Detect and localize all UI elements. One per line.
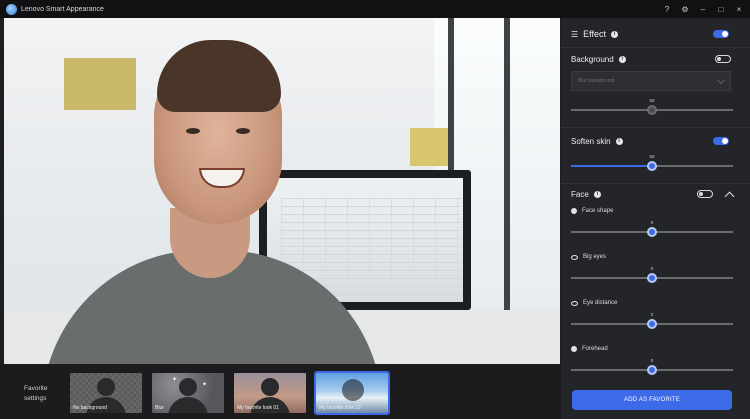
- favorite-settings-label: Favorite settings: [24, 385, 48, 402]
- effect-toggle[interactable]: [713, 30, 729, 38]
- soften-skin-title-row: Soften skin i: [571, 137, 623, 146]
- window-mullion: [504, 18, 510, 318]
- soften-skin-slider-value: 50: [649, 154, 655, 159]
- big-eyes-slider[interactable]: 0: [571, 266, 733, 284]
- slider-thumb[interactable]: [647, 319, 657, 329]
- background-blur-slider[interactable]: 50: [571, 98, 733, 116]
- effect-title-row: ☰ Effect i: [571, 29, 619, 39]
- sparkle-icon: ✦: [202, 382, 208, 388]
- soften-skin-section: Soften skin i 50: [561, 128, 750, 184]
- slider-thumb[interactable]: [647, 365, 657, 375]
- background-shelf-box: [64, 58, 136, 110]
- settings-gear-icon[interactable]: ⚙: [680, 5, 690, 14]
- eye-distance-label: Eye distance: [583, 300, 618, 306]
- favorite-look-01[interactable]: My favorite look 01: [234, 373, 306, 413]
- face-info-icon[interactable]: i: [593, 191, 601, 198]
- favorite-no-background[interactable]: No background: [70, 373, 142, 413]
- effect-title: Effect: [583, 29, 607, 39]
- app-window: Lenovo Smart Appearance ? ⚙ – □ × ☰ Effe…: [0, 0, 750, 419]
- favorite-caption: No background: [73, 405, 107, 411]
- app-logo-icon: [6, 3, 17, 15]
- eye-distance-icon: [571, 300, 578, 306]
- soften-skin-info-icon[interactable]: i: [615, 138, 623, 145]
- background-toggle[interactable]: [715, 55, 731, 63]
- add-as-favorite-button[interactable]: ADD AS FAVORITE: [572, 390, 732, 410]
- favorite-caption: My favorite look 01: [237, 405, 279, 411]
- eye-distance-value: 0: [650, 312, 654, 317]
- favorite-caption: Blur: [155, 405, 164, 411]
- slider-thumb[interactable]: [647, 273, 657, 283]
- forehead-value: 0: [650, 358, 654, 363]
- person-silhouette-icon: [179, 378, 197, 396]
- help-icon[interactable]: ?: [662, 5, 672, 14]
- collapse-chevron-icon[interactable]: [724, 191, 735, 202]
- face-section: Face i Face shape 0 Big eyes 0 Eye dista…: [561, 184, 750, 384]
- background-type-dropdown[interactable]: Blur background: [571, 71, 731, 91]
- soften-skin-toggle[interactable]: [713, 137, 729, 145]
- slider-thumb[interactable]: [647, 161, 657, 171]
- background-slider-value: 50: [649, 98, 655, 103]
- background-dropdown-value: Blur background: [578, 78, 615, 84]
- favorite-caption: My favorite look 02: [319, 405, 361, 411]
- person-silhouette-icon: [342, 379, 364, 401]
- window-title: Lenovo Smart Appearance: [21, 5, 104, 13]
- effect-panel: ☰ Effect i Background i Blur background …: [561, 18, 750, 419]
- sparkle-icon: ✦: [172, 377, 178, 383]
- face-shape-row: Face shape: [571, 208, 613, 214]
- background-shelf-box: [410, 128, 448, 166]
- chevron-down-icon: [716, 75, 726, 85]
- eye-distance-slider[interactable]: 0: [571, 312, 733, 330]
- sliders-icon: ☰: [571, 29, 579, 39]
- effect-info-icon[interactable]: i: [611, 30, 619, 38]
- eye-distance-row: Eye distance: [571, 300, 617, 306]
- favorite-look-02[interactable]: My favorite look 02: [314, 371, 390, 415]
- slider-thumb[interactable]: [647, 105, 657, 115]
- minimize-button[interactable]: –: [698, 5, 708, 14]
- window-controls: ? ⚙ – □ ×: [662, 5, 744, 14]
- face-title-row: Face i: [571, 190, 601, 199]
- person-right-eye: [236, 128, 250, 134]
- person-hair: [157, 40, 281, 112]
- person-silhouette-body: [168, 397, 208, 413]
- eye-icon: [571, 254, 578, 260]
- slider-fill: [571, 165, 652, 167]
- favorite-blur[interactable]: ✦ ✦ Blur: [152, 373, 224, 413]
- background-info-icon[interactable]: i: [618, 56, 626, 63]
- big-eyes-label: Big eyes: [583, 254, 607, 260]
- effect-header: ☰ Effect i: [561, 18, 750, 48]
- camera-preview: [4, 18, 560, 364]
- person-silhouette-icon: [97, 378, 115, 396]
- forehead-slider[interactable]: 0: [571, 358, 733, 376]
- maximize-button[interactable]: □: [716, 5, 726, 14]
- background-section: Background i Blur background 50: [561, 48, 750, 128]
- close-button[interactable]: ×: [734, 5, 744, 14]
- background-title-row: Background i: [571, 55, 626, 64]
- forehead-icon: [571, 346, 577, 352]
- face-shape-slider[interactable]: 0: [571, 220, 733, 238]
- face-shape-label: Face shape: [582, 208, 614, 214]
- big-eyes-row: Big eyes: [571, 254, 606, 260]
- title-bar: Lenovo Smart Appearance ? ⚙ – □ ×: [0, 0, 750, 18]
- face-icon: [571, 208, 577, 214]
- big-eyes-value: 0: [650, 266, 654, 271]
- background-title: Background: [571, 55, 614, 64]
- person-silhouette-icon: [261, 378, 279, 396]
- forehead-row: Forehead: [571, 346, 608, 352]
- slider-thumb[interactable]: [647, 227, 657, 237]
- face-title: Face: [571, 190, 589, 199]
- face-toggle[interactable]: [697, 190, 713, 198]
- soften-skin-slider[interactable]: 50: [571, 154, 733, 172]
- face-shape-value: 0: [650, 220, 654, 225]
- soften-skin-title: Soften skin: [571, 137, 611, 146]
- forehead-label: Forehead: [582, 346, 608, 352]
- person-left-eye: [186, 128, 200, 134]
